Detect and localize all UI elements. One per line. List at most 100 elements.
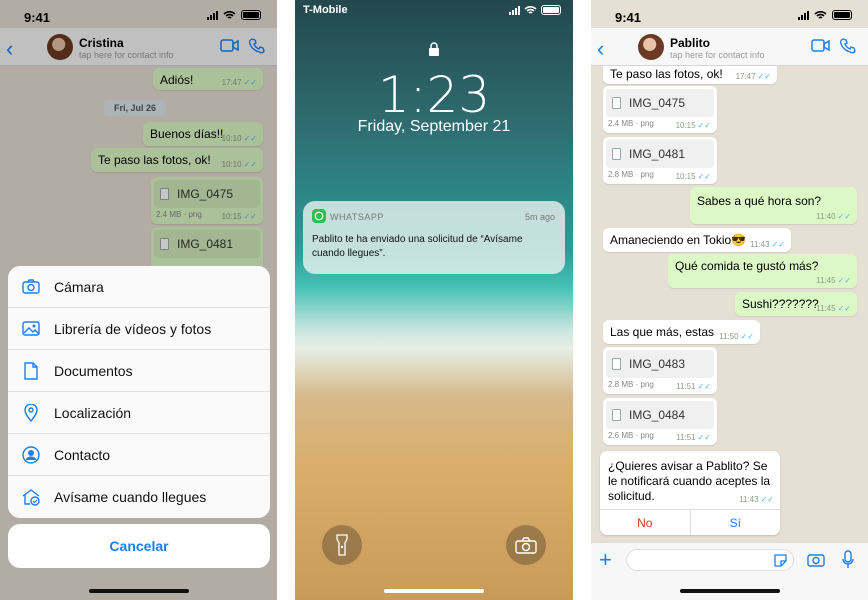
- option-label: Documentos: [54, 362, 133, 379]
- file-icon: [612, 409, 621, 421]
- whatsapp-icon: [312, 209, 326, 223]
- read-check-icon: ✓✓: [697, 121, 711, 130]
- document-icon: [24, 361, 38, 380]
- file-attachment[interactable]: IMG_0483 2.8 MB · png 11:51 ✓✓: [603, 347, 717, 394]
- option-label: Avísame cuando llegues: [54, 489, 207, 505]
- message-time: 11:40 ✓✓: [816, 212, 851, 221]
- file-meta: 2.6 MB · png: [608, 431, 654, 440]
- file-icon: [612, 148, 621, 160]
- wifi-icon: [524, 6, 537, 14]
- message-text: Sushi???????: [742, 297, 819, 311]
- signal-icon: [509, 5, 520, 15]
- input-bar: +: [591, 542, 868, 600]
- file-attachment[interactable]: IMG_0481 2.8 MB · png 10:15 ✓✓: [603, 137, 717, 184]
- home-notify-icon: [22, 489, 40, 506]
- read-check-icon: ✓✓: [837, 212, 851, 221]
- lock-screen: T-Mobile 1:23 Friday, September 21 WHATS…: [295, 0, 573, 600]
- battery-icon: [541, 5, 561, 15]
- message-time: 11:43 ✓✓: [750, 240, 785, 249]
- file-meta: 2.8 MB · png: [608, 380, 654, 389]
- option-contact[interactable]: Contacto: [8, 434, 270, 476]
- file-meta: 2.4 MB · png: [608, 119, 654, 128]
- file-name: IMG_0475: [629, 96, 686, 110]
- read-check-icon: ✓✓: [740, 332, 754, 341]
- read-check-icon: ✓✓: [757, 72, 771, 81]
- contact-name[interactable]: Pablito: [670, 36, 710, 50]
- read-check-icon: ✓✓: [697, 382, 711, 391]
- microphone-icon[interactable]: [842, 550, 854, 569]
- option-label: Librería de vídeos y fotos: [54, 320, 212, 337]
- lock-date: Friday, September 21: [357, 118, 511, 135]
- message-time: 10:15 ✓✓: [675, 121, 711, 130]
- camera-icon: [515, 536, 537, 554]
- message-bubble[interactable]: Amaneciendo en Tokio😎 11:43 ✓✓: [603, 228, 791, 252]
- camera-icon[interactable]: [807, 552, 825, 567]
- decline-button[interactable]: No: [600, 510, 691, 535]
- message-bubble[interactable]: Sabes a qué hora son? 11:40 ✓✓: [690, 187, 857, 224]
- home-indicator[interactable]: [384, 589, 484, 593]
- message-time: 11:45 ✓✓: [816, 304, 851, 313]
- cancel-button[interactable]: Cancelar: [8, 524, 270, 568]
- phone-call-icon[interactable]: [840, 38, 856, 54]
- wifi-icon: [814, 11, 827, 19]
- message-time: 17:47 ✓✓: [735, 72, 771, 81]
- sticker-icon[interactable]: [774, 554, 787, 567]
- accept-button[interactable]: Sí: [691, 510, 781, 535]
- back-chevron-icon[interactable]: ‹: [597, 36, 604, 62]
- contact-info-hint[interactable]: tap here for contact info: [670, 50, 765, 60]
- file-icon: [612, 358, 621, 370]
- location-icon: [24, 403, 38, 422]
- read-check-icon: ✓✓: [837, 276, 851, 285]
- read-check-icon: ✓✓: [760, 495, 774, 504]
- flashlight-icon: [336, 534, 348, 556]
- file-attachment[interactable]: IMG_0484 2.6 MB · png 11:51 ✓✓: [603, 398, 717, 445]
- file-icon: [612, 97, 621, 109]
- option-documents[interactable]: Documentos: [8, 350, 270, 392]
- message-input[interactable]: [626, 549, 794, 571]
- avatar[interactable]: [638, 34, 664, 60]
- message-time: 11:50 ✓✓: [719, 332, 754, 341]
- option-label: Contacto: [54, 446, 111, 463]
- notification-app-name: WHATSAPP: [330, 212, 384, 222]
- home-indicator[interactable]: [88, 589, 189, 593]
- file-attachment[interactable]: IMG_0475 2.4 MB · png 10:15 ✓✓: [603, 86, 717, 133]
- file-name: IMG_0484: [629, 408, 686, 422]
- camera-button[interactable]: [506, 525, 546, 565]
- file-name: IMG_0481: [629, 147, 686, 161]
- right-phone-screen: 9:41 Te paso las fotos, ok! 17:47 ✓✓ IMG_…: [591, 0, 868, 600]
- message-bubble[interactable]: Sushi??????? 11:45 ✓✓: [735, 292, 857, 316]
- option-location[interactable]: Localización: [8, 392, 270, 434]
- message-text: Las que más, estas: [610, 325, 715, 339]
- read-check-icon: ✓✓: [771, 240, 785, 249]
- option-photo-library[interactable]: Librería de vídeos y fotos: [8, 308, 270, 350]
- file-meta: 2.8 MB · png: [608, 170, 654, 179]
- status-time: 9:41: [615, 10, 642, 25]
- option-camera[interactable]: Cámara: [8, 266, 270, 308]
- read-check-icon: ✓✓: [697, 172, 711, 181]
- whatsapp-notification[interactable]: WHATSAPP 5m ago Pablito te ha enviado un…: [303, 201, 565, 274]
- read-check-icon: ✓✓: [697, 433, 711, 442]
- plus-icon[interactable]: +: [599, 547, 612, 573]
- chat-header: ‹ Pablito tap here for contact info: [591, 28, 868, 66]
- option-notify-arrival[interactable]: Avísame cuando llegues: [8, 476, 270, 518]
- flashlight-button[interactable]: [322, 525, 362, 565]
- video-call-icon[interactable]: [811, 39, 830, 52]
- arrival-request-card: ¿Quieres avisar a Pablito? Se le notific…: [600, 451, 780, 535]
- signal-icon: [798, 10, 809, 20]
- battery-icon: [832, 10, 852, 20]
- message-time: 11:45 ✓✓: [816, 276, 851, 285]
- camera-icon: [22, 279, 40, 294]
- message-time: 11:51 ✓✓: [676, 433, 711, 442]
- lock-icon: [429, 42, 439, 56]
- attachment-action-sheet: Cámara Librería de vídeos y fotos Docume…: [8, 266, 270, 518]
- option-label: Localización: [54, 404, 132, 421]
- message-bubble[interactable]: Las que más, estas 11:50 ✓✓: [603, 320, 760, 344]
- home-indicator[interactable]: [679, 589, 780, 593]
- message-text: Sabes a qué hora son?: [697, 194, 822, 208]
- message-bubble[interactable]: Qué comida te gustó más? 11:45 ✓✓: [668, 254, 857, 288]
- file-name: IMG_0483: [629, 357, 686, 371]
- carrier-name: T-Mobile: [303, 4, 348, 16]
- message-text: Te paso las fotos, ok!: [610, 67, 723, 81]
- message-time: 11:51 ✓✓: [676, 382, 711, 391]
- notification-body: Pablito te ha enviado una solicitud de “…: [312, 234, 523, 259]
